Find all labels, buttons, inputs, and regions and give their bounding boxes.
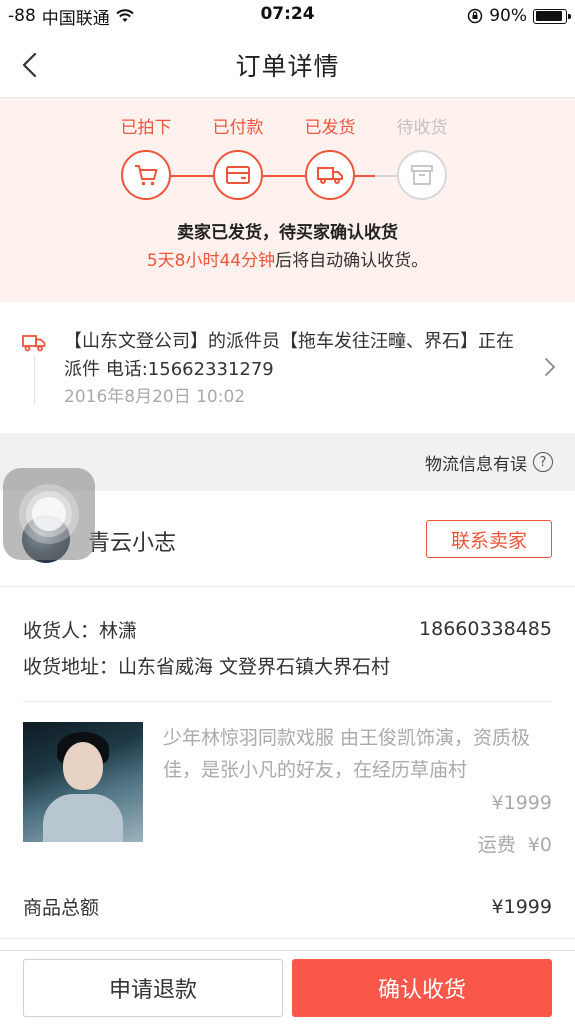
progress-steps: 已拍下 已付款 已发货 待收货 [100,116,480,226]
progress-status-text: 卖家已发货，待买家确认收货 [177,223,398,243]
bottom-action-bar: 申请退款 确认收货 [0,950,575,1024]
contact-seller-button[interactable]: 联系卖家 [426,520,552,558]
step-ordered: 已拍下 [100,116,192,200]
product-price: ¥1999 [491,792,552,814]
status-bar: -88 中国联通 07:24 90% [0,0,575,32]
truck-icon [22,335,46,352]
step-circle [121,150,171,200]
logistics-text: 【山东文登公司】的派件员【拖车发往汪疃、界石】正在派件 电话:156623312… [64,331,514,380]
battery-icon [533,8,571,24]
assistive-touch-ring [19,484,79,544]
receiver-name: 林潇 [99,619,138,642]
page-title: 订单详情 [235,51,340,81]
chevron-left-icon [22,52,37,78]
signal-strength: -88 [8,6,36,26]
wifi-icon [116,9,134,22]
receiver: 收货人：林潇 [23,616,137,643]
step-label: 已发货 [304,118,356,138]
step-pending-receipt: 待收货 [376,116,468,200]
step-circle [305,150,355,200]
address-value: 山东省威海 文登界石镇大界石村 [118,655,391,678]
countdown: 5天8小时44分钟 [146,251,276,271]
countdown-suffix: 后将自动确认收货。 [275,251,429,271]
question-icon: ? [533,452,553,472]
seller-name[interactable]: 青云小志 [88,525,176,557]
timeline-line [34,356,35,404]
truck-icon [317,167,343,184]
product-title: 少年林惊羽同款戏服 由王俊凯饰演，资质极佳，是张小凡的好友，在经历草庙村 [163,727,531,781]
status-left: -88 中国联通 [8,4,134,29]
shipping-fee: 运费 ¥0 [478,830,552,857]
nav-bar: 订单详情 [0,32,575,98]
battery-fill [535,11,562,21]
receiver-label: 收货人： [23,619,100,642]
shipping-value: ¥0 [527,834,552,856]
logistics-info[interactable]: 【山东文登公司】的派件员【拖车发往汪疃、界石】正在派件 电话:156623312… [0,302,575,433]
order-progress: 已拍下 已付款 已发货 待收货 卖家已发货，待买家确认收货 5天8小时44分钟后… [0,98,575,302]
confirm-receipt-button[interactable]: 确认收货 [292,958,552,1017]
back-button[interactable] [14,50,44,80]
address-label: 收货地址： [23,655,119,678]
assistive-touch-dot [32,497,66,531]
shipping-label: 运费 [477,834,516,856]
order-total: 商品总额 ¥1999 [0,875,575,939]
auto-confirm-note: 5天8小时44分钟后将自动确认收货。 [0,246,575,271]
assistive-touch-ring [26,491,72,537]
total-label: 商品总额 [23,897,100,919]
product-image-face [63,742,103,790]
step-circle [213,150,263,200]
shipping-address: 收货人：林潇 18660338485 收货地址： 山东省威海 文登界石镇大界石村 [0,587,575,701]
card-icon [226,166,250,184]
product-image[interactable] [23,722,143,842]
total-value: ¥1999 [491,895,552,918]
step-paid: 已付款 [192,116,284,200]
carrier-name: 中国联通 [41,8,110,29]
address-row: 收货地址： 山东省威海 文登界石镇大界石村 [23,647,552,683]
logistics-error-label: 物流信息有误 [425,454,527,475]
cart-icon [135,165,158,186]
box-icon [411,165,433,185]
receiver-row: 收货人：林潇 18660338485 [23,611,552,647]
step-label: 已付款 [212,118,264,138]
chevron-right-icon [545,358,555,376]
step-label: 已拍下 [120,118,172,138]
assistive-touch-button[interactable] [3,468,95,560]
request-refund-button[interactable]: 申请退款 [23,958,283,1017]
orientation-lock-icon [467,8,483,24]
product-item[interactable]: 少年林惊羽同款戏服 由王俊凯饰演，资质极佳，是张小凡的好友，在经历草庙村 ¥19… [0,702,575,878]
logistics-time: 2016年8月20日 10:02 [64,387,246,407]
step-shipped: 已发货 [284,116,376,200]
step-label: 待收货 [396,118,448,138]
receiver-phone: 18660338485 [419,618,552,640]
status-right: 90% [467,6,571,26]
battery-percent: 90% [489,6,527,26]
step-circle [397,150,447,200]
product-image-figure [43,794,123,842]
